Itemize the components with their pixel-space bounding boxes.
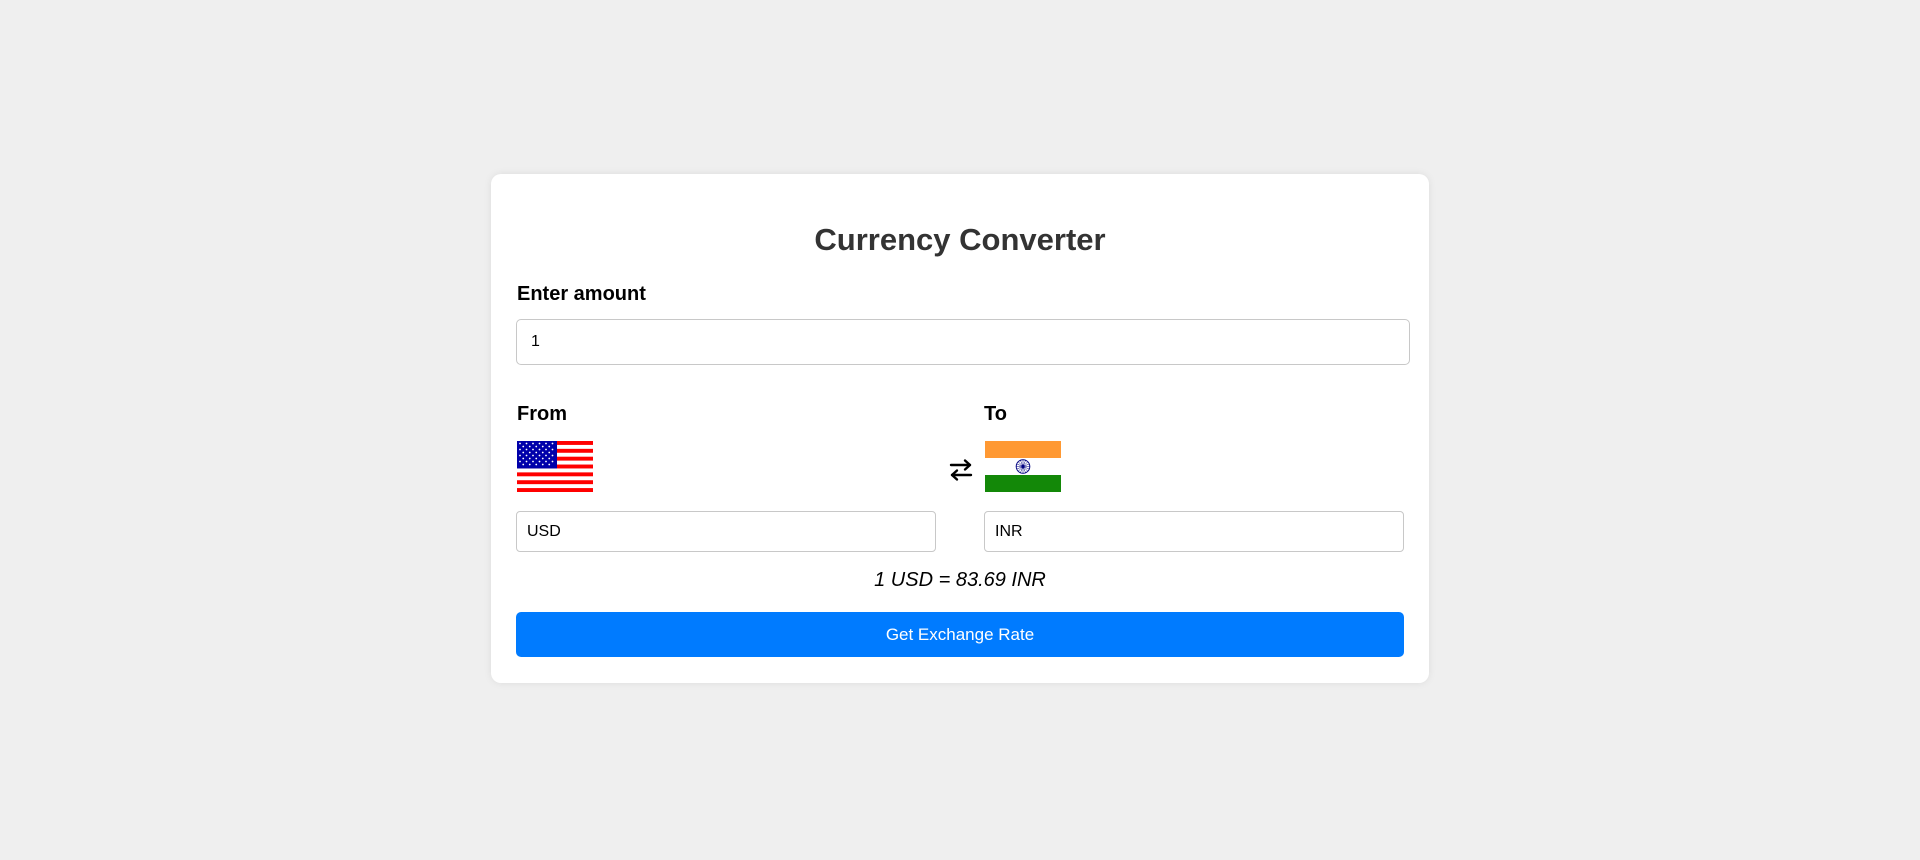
amount-input[interactable] [516, 319, 1410, 365]
india-flag-icon [985, 441, 1061, 492]
get-exchange-rate-button[interactable]: Get Exchange Rate [516, 612, 1404, 657]
page-title: Currency Converter [814, 222, 1106, 257]
from-currency-select[interactable]: USD [516, 511, 936, 552]
amount-label: Enter amount [517, 283, 646, 305]
to-currency-select[interactable]: INR [984, 511, 1404, 552]
swap-arrows-icon[interactable] [947, 458, 975, 482]
to-label: To [984, 403, 1007, 425]
converter-card: Currency Converter Enter amount From To [491, 174, 1429, 683]
us-flag-icon [517, 441, 593, 492]
exchange-rate-result: 1 USD = 83.69 INR [874, 569, 1046, 591]
from-label: From [517, 403, 567, 425]
